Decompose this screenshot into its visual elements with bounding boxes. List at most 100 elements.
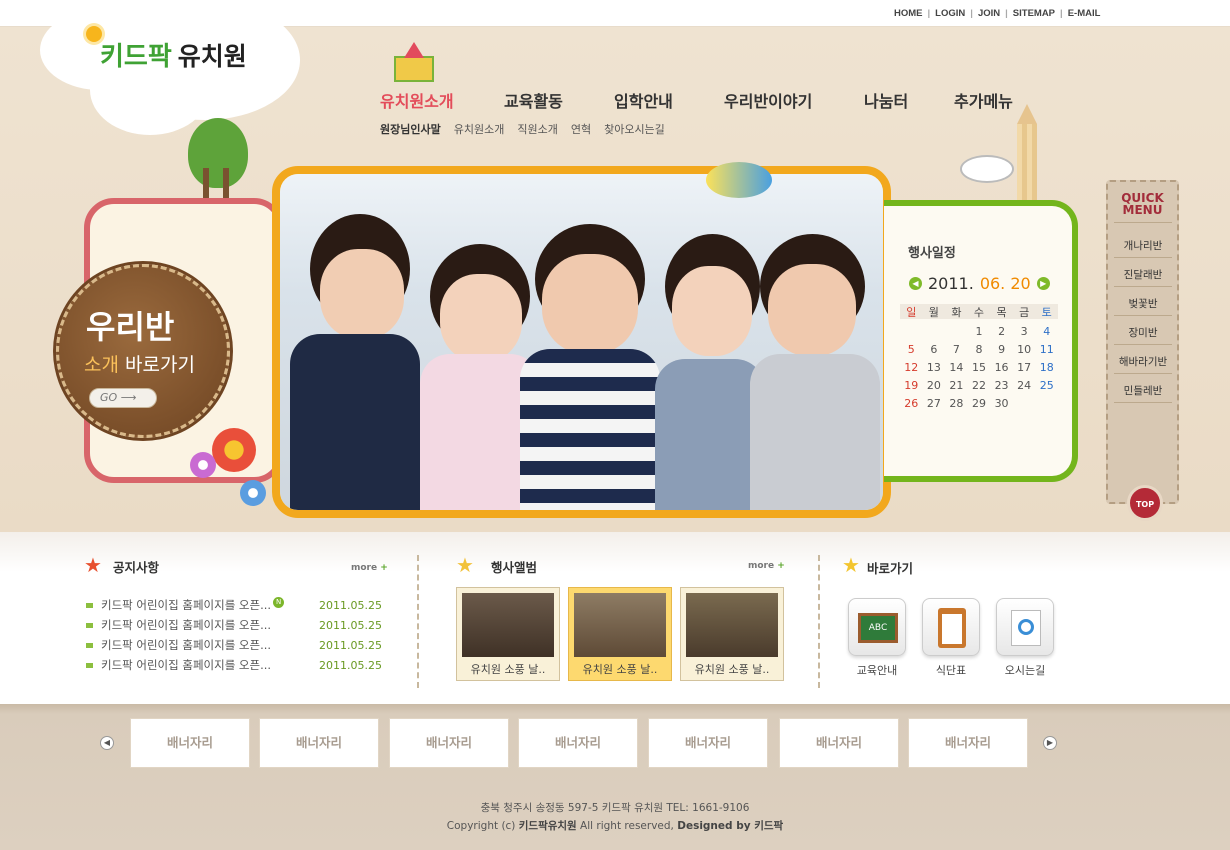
banner-slot[interactable]: 배너자리 xyxy=(648,718,768,768)
menu-label: 식단표 xyxy=(935,664,967,677)
banner-prev-button[interactable]: ◀ xyxy=(100,736,114,750)
badge-title: 우리반 xyxy=(86,308,175,346)
footer-address: 충북 청주시 송정동 597-5 키드팍 유치원 TEL: 1661-9106 xyxy=(480,802,750,814)
calendar-day[interactable]: 18 xyxy=(1035,361,1058,374)
album-thumb[interactable]: 유치원 소풍 날.. xyxy=(568,587,672,681)
calendar-day xyxy=(923,325,946,338)
calendar-day[interactable]: 4 xyxy=(1035,325,1058,338)
banner-slot[interactable]: 배너자리 xyxy=(130,718,250,768)
tree-icon xyxy=(185,118,249,198)
site-logo[interactable]: 키드팍 유치원 xyxy=(86,26,247,73)
education-guide-button[interactable]: ABC xyxy=(848,598,906,656)
quick-item-rose[interactable]: 장미반 xyxy=(1114,325,1172,345)
next-month-button[interactable]: ▶ xyxy=(1036,277,1050,290)
calendar-day[interactable]: 7 xyxy=(945,343,968,356)
album-more-link[interactable]: more + xyxy=(748,561,785,571)
directions-label: 오시는길 xyxy=(1004,664,1046,677)
subnav-greeting[interactable]: 원장님인사말 xyxy=(380,121,441,137)
quick-item-sunflower[interactable]: 해바라기반 xyxy=(1114,354,1172,374)
sun-icon xyxy=(86,26,102,42)
weekday-tue: 화 xyxy=(951,306,962,319)
logo-kid-text: 키드팍 xyxy=(100,42,172,72)
weekday-thu: 목 xyxy=(996,306,1007,319)
nav-education[interactable]: 교육활동 xyxy=(504,88,614,112)
quick-item-azalea[interactable]: 진달래반 xyxy=(1114,267,1172,287)
banner-slot[interactable]: 배너자리 xyxy=(779,718,899,768)
calendar-day[interactable]: 30 xyxy=(990,397,1013,410)
subnav-intro[interactable]: 유치원소개 xyxy=(454,121,505,137)
calendar-day[interactable]: 11 xyxy=(1035,343,1058,356)
calendar-day[interactable]: 21 xyxy=(945,379,968,392)
subnav-staff[interactable]: 직원소개 xyxy=(517,121,557,137)
calendar-day[interactable]: 16 xyxy=(990,361,1013,374)
calendar-day[interactable]: 3 xyxy=(1013,325,1036,338)
calendar-day[interactable]: 12 xyxy=(900,361,923,374)
calendar-header: ◀ 2011. 06. 20 ▶ xyxy=(909,274,1050,293)
main-photo-frame xyxy=(272,166,891,518)
calendar-day[interactable]: 19 xyxy=(900,379,923,392)
banner-slot[interactable]: 배너자리 xyxy=(389,718,509,768)
calendar-day[interactable]: 2 xyxy=(990,325,1013,338)
album-title: 행사앨범 xyxy=(491,560,538,575)
calendar-day[interactable]: 27 xyxy=(923,397,946,410)
nav-admission[interactable]: 입학안내 xyxy=(614,88,724,112)
calendar-day[interactable]: 14 xyxy=(945,361,968,374)
quick-item-forsythia[interactable]: 개나리반 xyxy=(1114,238,1172,258)
calendar-day[interactable]: 13 xyxy=(923,361,946,374)
subnav-history[interactable]: 연혁 xyxy=(571,121,591,137)
calendar-day xyxy=(1013,397,1036,410)
go-button[interactable]: GO ⟶ xyxy=(89,388,157,408)
banner-slot[interactable]: 배너자리 xyxy=(518,718,638,768)
calendar-title: 행사일정 xyxy=(908,246,956,261)
star-icon: ★ xyxy=(842,553,860,577)
calendar-day[interactable]: 29 xyxy=(968,397,991,410)
calendar-day[interactable]: 6 xyxy=(923,343,946,356)
calendar-day[interactable]: 15 xyxy=(968,361,991,374)
list-item[interactable]: 키드팍 어린이집 홈페이지를 오픈... N 2011.05.25 xyxy=(86,595,382,615)
album-thumb[interactable]: 유치원 소풍 날.. xyxy=(456,587,560,681)
calendar-day[interactable]: 17 xyxy=(1013,361,1036,374)
calendar-day xyxy=(1035,397,1058,410)
calendar-day[interactable]: 28 xyxy=(945,397,968,410)
menu-button[interactable] xyxy=(922,598,980,656)
subnav-directions[interactable]: 찾아오시는길 xyxy=(604,121,665,137)
home-link[interactable]: HOME xyxy=(889,8,928,19)
quick-item-cherry[interactable]: 벚꽃반 xyxy=(1114,296,1172,316)
top-button[interactable]: TOP xyxy=(1127,485,1163,521)
prev-month-button[interactable]: ◀ xyxy=(909,277,922,290)
quick-item-dandelion[interactable]: 민들레반 xyxy=(1114,383,1172,403)
top-links: HOME | LOGIN | JOIN | SITEMAP | E-MAIL xyxy=(889,8,1105,19)
pencil-icon xyxy=(1012,104,1042,200)
calendar-day[interactable]: 24 xyxy=(1013,379,1036,392)
calendar-day[interactable]: 1 xyxy=(968,325,991,338)
sitemap-link[interactable]: SITEMAP xyxy=(1008,8,1060,19)
calendar-day[interactable]: 26 xyxy=(900,397,923,410)
weekday-mon: 월 xyxy=(928,306,939,319)
list-item[interactable]: 키드팍 어린이집 홈페이지를 오픈... 2011.05.25 xyxy=(86,615,382,635)
login-link[interactable]: LOGIN xyxy=(930,8,970,19)
calendar-day[interactable]: 25 xyxy=(1035,379,1058,392)
calendar-day[interactable]: 10 xyxy=(1013,343,1036,356)
banner-slot[interactable]: 배너자리 xyxy=(259,718,379,768)
calendar-day[interactable]: 23 xyxy=(990,379,1013,392)
list-item[interactable]: 키드팍 어린이집 홈페이지를 오픈... 2011.05.25 xyxy=(86,635,382,655)
directions-button[interactable] xyxy=(996,598,1054,656)
notice-more-link[interactable]: more + xyxy=(351,563,388,573)
banner-slot[interactable]: 배너자리 xyxy=(908,718,1028,768)
new-badge: N xyxy=(273,597,285,608)
album-thumb[interactable]: 유치원 소풍 날.. xyxy=(680,587,784,681)
join-link[interactable]: JOIN xyxy=(973,8,1005,19)
calendar-day[interactable]: 9 xyxy=(990,343,1013,356)
email-link[interactable]: E-MAIL xyxy=(1063,8,1106,19)
nav-sharing[interactable]: 나눔터 xyxy=(864,88,954,112)
calendar-day[interactable]: 20 xyxy=(923,379,946,392)
nav-intro[interactable]: 유치원소개 xyxy=(380,88,504,112)
list-item[interactable]: 키드팍 어린이집 홈페이지를 오픈... 2011.05.25 xyxy=(86,655,382,675)
children-photo xyxy=(280,174,883,510)
calendar-day[interactable]: 5 xyxy=(900,343,923,356)
calendar-day[interactable]: 8 xyxy=(968,343,991,356)
nav-class-story[interactable]: 우리반이야기 xyxy=(724,88,864,112)
education-guide-label: 교육안내 xyxy=(856,664,898,677)
banner-next-button[interactable]: ▶ xyxy=(1043,736,1057,750)
calendar-day[interactable]: 22 xyxy=(968,379,991,392)
